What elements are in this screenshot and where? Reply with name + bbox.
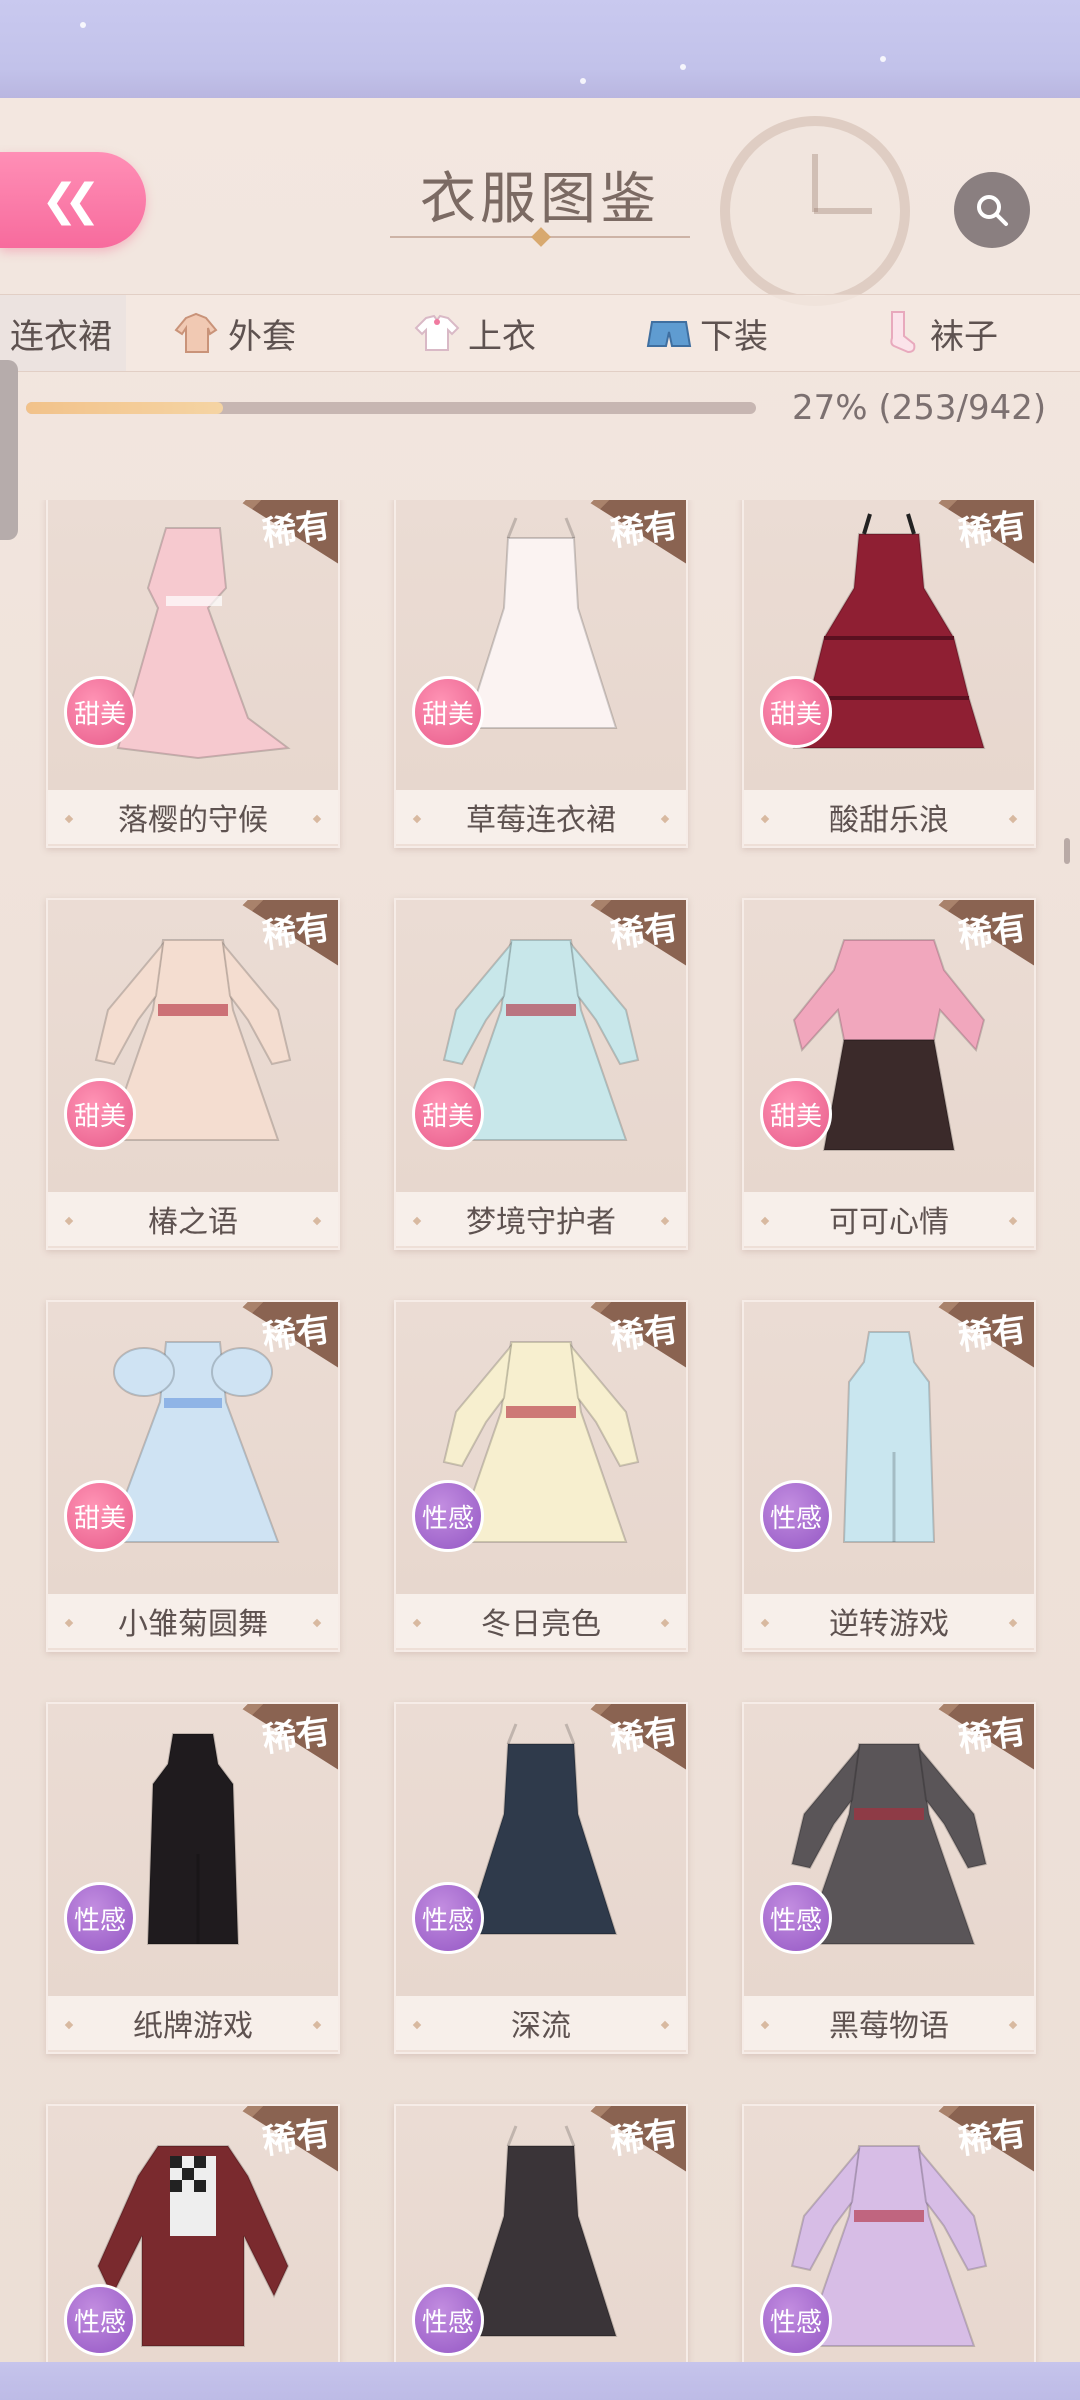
clothing-name: 冬日亮色: [396, 1594, 686, 1648]
clothing-name: 酸甜乐浪: [744, 790, 1034, 844]
clothing-card[interactable]: 稀有性感黑莓物语: [742, 1702, 1036, 2054]
rarity-label: 稀有: [608, 907, 681, 957]
clothing-name: 椿之语: [48, 1192, 338, 1246]
style-badge: 性感: [760, 1480, 832, 1552]
sparkle-decoration: [580, 78, 586, 84]
clothing-card[interactable]: 稀有性感: [394, 2104, 688, 2362]
style-badge: 甜美: [760, 1078, 832, 1150]
style-badge: 甜美: [64, 1078, 136, 1150]
collection-progress-text: 27% (253/942): [792, 388, 1047, 428]
rarity-label: 稀有: [956, 1711, 1029, 1761]
clothing-card[interactable]: 稀有甜美椿之语: [46, 898, 340, 1250]
clothing-grid: 稀有 甜美 落樱的守候 稀有 甜美 草莓连衣裙 稀有 甜美 酸甜乐浪 稀有 甜美 椿之语 稀有甜…: [0, 500, 1080, 2362]
bottom-band: [0, 2362, 1080, 2400]
style-badge: 性感: [412, 1882, 484, 1954]
clothing-name: 梦境守护者: [396, 1192, 686, 1246]
clothing-name: 纸牌游戏: [48, 1996, 338, 2050]
style-badge: 甜美: [760, 676, 832, 748]
sparkle-decoration: [80, 22, 86, 28]
shirt-icon: [412, 308, 462, 358]
clothing-card[interactable]: 稀有甜美小雏菊圆舞: [46, 1300, 340, 1652]
clothing-name: 草莓连衣裙: [396, 790, 686, 844]
sock-icon: [874, 308, 924, 358]
page-title: 衣服图鉴: [420, 167, 660, 232]
tab-label: 外套: [228, 316, 296, 357]
style-badge: 甜美: [412, 676, 484, 748]
clock-decoration: [720, 116, 910, 306]
style-badge: 甜美: [412, 1078, 484, 1150]
double-chevron-left-icon: ❮❮: [41, 174, 101, 226]
tab-label: 上衣: [468, 316, 536, 357]
rarity-label: 稀有: [608, 505, 681, 555]
clothing-card[interactable]: 稀有性感深流: [394, 1702, 688, 2054]
collection-progress-bar: [26, 402, 756, 414]
rarity-label: 稀有: [260, 1711, 333, 1761]
rarity-label: 稀有: [608, 2113, 681, 2163]
tab-dresses[interactable]: 连衣裙: [0, 295, 126, 371]
category-tabs: 连衣裙 外套 上衣 下装 袜子: [0, 294, 1080, 372]
clothing-card[interactable]: 稀有甜美梦境守护者: [394, 898, 688, 1250]
style-badge: 性感: [412, 1480, 484, 1552]
rarity-label: 稀有: [260, 907, 333, 957]
tab-tops[interactable]: 上衣: [412, 295, 536, 371]
clothing-card[interactable]: 稀有甜美落樱的守候: [46, 500, 340, 848]
clothing-card[interactable]: 稀有性感纸牌游戏: [46, 1702, 340, 2054]
clothing-name: 落樱的守候: [48, 790, 338, 844]
clothing-card[interactable]: 稀有性感: [46, 2104, 340, 2362]
back-button[interactable]: ❮❮: [0, 152, 146, 248]
clothing-name: 可可心情: [744, 1192, 1034, 1246]
rarity-label: 稀有: [956, 1309, 1029, 1359]
clothing-name: 小雏菊圆舞: [48, 1594, 338, 1648]
style-badge: 甜美: [64, 676, 136, 748]
clothing-card[interactable]: 稀有甜美酸甜乐浪: [742, 500, 1036, 848]
tab-label: 袜子: [930, 316, 998, 357]
clothing-card[interactable]: 稀有甜美可可心情: [742, 898, 1036, 1250]
style-badge: 甜美: [64, 1480, 136, 1552]
tab-socks[interactable]: 袜子: [874, 295, 998, 371]
rarity-label: 稀有: [608, 1711, 681, 1761]
top-status-band: [0, 0, 1080, 100]
progress-fill: [26, 402, 224, 414]
rarity-label: 稀有: [260, 1309, 333, 1359]
rarity-label: 稀有: [260, 2113, 333, 2163]
clothing-card[interactable]: 稀有性感冬日亮色: [394, 1300, 688, 1652]
style-badge: 性感: [412, 2284, 484, 2356]
rarity-label: 稀有: [956, 505, 1029, 555]
style-badge: 性感: [64, 2284, 136, 2356]
coat-icon: [172, 308, 222, 358]
tab-label: 下装: [700, 316, 768, 357]
style-badge: 性感: [760, 1882, 832, 1954]
rarity-label: 稀有: [260, 505, 333, 555]
rarity-label: 稀有: [956, 2113, 1029, 2163]
clothing-name: 深流: [396, 1996, 686, 2050]
clothing-name: 黑莓物语: [744, 1996, 1034, 2050]
wardrobe-panel: ❮❮ 衣服图鉴 连衣裙 外套 上衣 下装 袜子 27% (253/942) 稀有…: [0, 98, 1080, 2362]
style-badge: 性感: [760, 2284, 832, 2356]
tab-bottoms[interactable]: 下装: [644, 295, 768, 371]
search-icon: [977, 195, 1008, 226]
style-badge: 性感: [64, 1882, 136, 1954]
shorts-icon: [644, 308, 694, 358]
sparkle-decoration: [880, 56, 886, 62]
sparkle-decoration: [680, 64, 686, 70]
tab-label: 连衣裙: [10, 316, 112, 357]
rarity-label: 稀有: [956, 907, 1029, 957]
clothing-card[interactable]: 稀有性感: [742, 2104, 1036, 2362]
rarity-label: 稀有: [608, 1309, 681, 1359]
search-button[interactable]: [954, 172, 1030, 248]
clothing-card[interactable]: 稀有甜美草莓连衣裙: [394, 500, 688, 848]
clothing-name: 逆转游戏: [744, 1594, 1034, 1648]
clothing-card[interactable]: 稀有性感逆转游戏: [742, 1300, 1036, 1652]
tab-coats[interactable]: 外套: [172, 295, 296, 371]
